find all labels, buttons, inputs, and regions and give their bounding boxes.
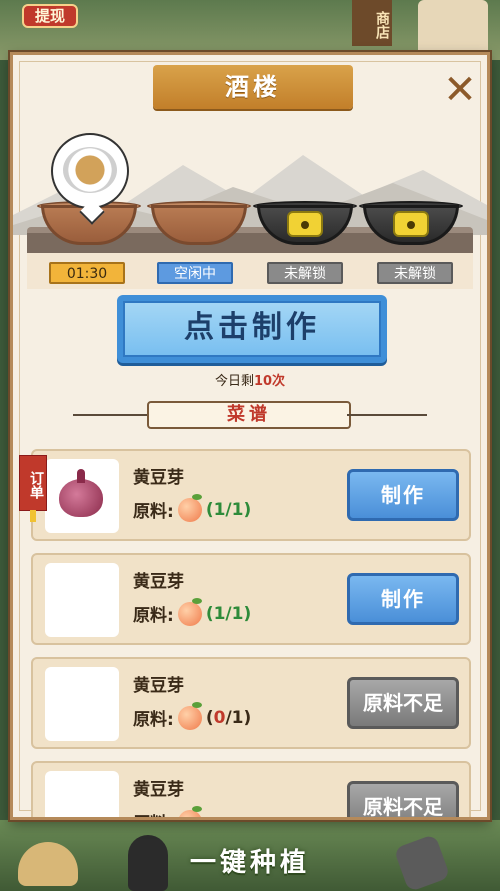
restaurant-panel: 酒楼 ✕ 01:30 空闲中 未解锁 未解锁 点击制作 今日剩10次 菜谱 订单… bbox=[10, 52, 490, 820]
wok-3-status: 未解锁 bbox=[267, 262, 343, 284]
lock-icon bbox=[393, 211, 429, 237]
recipe-thumbnail bbox=[45, 563, 119, 637]
material-rest: /1) bbox=[225, 707, 252, 728]
make-button[interactable]: 制作 bbox=[347, 573, 459, 625]
recipe-material: 原料: bbox=[133, 805, 202, 817]
peach-icon bbox=[177, 597, 202, 626]
wok-1-status: 01:30 bbox=[49, 262, 125, 284]
daily-remaining-prefix: 今日剩 bbox=[214, 374, 254, 389]
material-label: 原料: bbox=[133, 710, 174, 730]
material-count: (1/1) bbox=[205, 499, 252, 520]
click-make-label: 点击制作 bbox=[123, 301, 381, 357]
header-divider-left bbox=[73, 414, 153, 416]
material-label: 原料: bbox=[133, 502, 174, 522]
recipe-material: 原料: (0/1) bbox=[133, 701, 252, 730]
insufficient-material-button[interactable]: 原料不足 bbox=[347, 781, 459, 817]
cooking-dish-bubble bbox=[51, 133, 129, 209]
recipe-thumbnail bbox=[45, 459, 119, 533]
character-icon[interactable] bbox=[128, 835, 168, 891]
material-count: (1/1) bbox=[205, 603, 252, 624]
one-click-plant-button[interactable]: 一键种植 bbox=[170, 842, 330, 886]
insufficient-material-button[interactable]: 原料不足 bbox=[347, 677, 459, 729]
recipe-name: 黄豆芽 bbox=[133, 572, 184, 592]
make-button[interactable]: 制作 bbox=[347, 469, 459, 521]
material-label: 原料: bbox=[133, 606, 174, 626]
material-count: (0/1) bbox=[205, 707, 252, 728]
recipe-material: 原料: (1/1) bbox=[133, 493, 252, 522]
stir-fry-dish-icon bbox=[63, 147, 117, 193]
recipe-name: 黄豆芽 bbox=[133, 676, 184, 696]
recipe-name: 黄豆芽 bbox=[133, 468, 184, 488]
click-make-button[interactable]: 点击制作 bbox=[117, 295, 387, 363]
recipe-header: 菜谱 bbox=[73, 401, 427, 429]
withdraw-button[interactable]: 提现 bbox=[22, 4, 78, 28]
material-label: 原料: bbox=[133, 809, 174, 817]
recipe-row: 黄豆芽 原料: (1/1) 制作 bbox=[31, 553, 471, 645]
material-have: 0 bbox=[213, 707, 226, 728]
panel-title: 酒楼 bbox=[153, 65, 353, 109]
shop-button[interactable]: 商店 bbox=[352, 0, 392, 46]
daily-remaining-count: 10次 bbox=[253, 374, 286, 389]
peach-icon bbox=[177, 805, 202, 817]
castle-icon[interactable] bbox=[418, 0, 488, 52]
peach-icon bbox=[177, 701, 202, 730]
recipe-name: 黄豆芽 bbox=[133, 780, 184, 800]
close-icon[interactable]: ✕ bbox=[441, 70, 479, 110]
header-divider-right bbox=[347, 414, 427, 416]
recipe-row: 黄豆芽 原料: 原料不足 bbox=[31, 761, 471, 817]
recipe-thumbnail bbox=[45, 667, 119, 741]
wok-2-status: 空闲中 bbox=[157, 262, 233, 284]
peach-icon bbox=[177, 493, 202, 522]
recipe-row: 订单 黄豆芽 原料: (1/1) 制作 bbox=[19, 449, 471, 541]
daily-remaining: 今日剩10次 bbox=[13, 370, 487, 389]
order-tag: 订单 bbox=[19, 455, 47, 522]
lock-icon bbox=[287, 211, 323, 237]
recipe-title: 菜谱 bbox=[147, 401, 351, 429]
wok-4-status: 未解锁 bbox=[377, 262, 453, 284]
recipe-material: 原料: (1/1) bbox=[133, 597, 252, 626]
onion-icon bbox=[59, 469, 103, 517]
recipe-row: 黄豆芽 原料: (0/1) 原料不足 bbox=[31, 657, 471, 749]
recipe-thumbnail bbox=[45, 771, 119, 817]
